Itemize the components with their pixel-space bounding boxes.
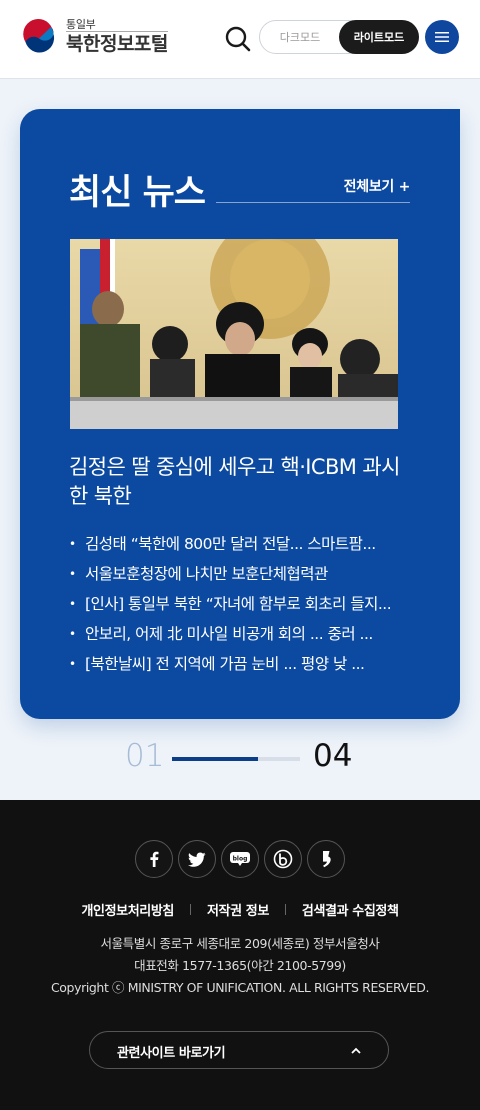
view-all-link[interactable]: 전체보기 + <box>344 176 411 196</box>
news-list-item[interactable]: [인사] 통일부 북한 “자녀에 함부로 회초리 들지... <box>69 589 419 619</box>
pager-total: 04 <box>313 738 353 774</box>
footer-phone: 대표전화 1577-1365(야간 2100-5799) <box>134 958 346 973</box>
facebook-icon <box>150 851 159 867</box>
news-list-item[interactable]: 안보리, 어제 北 미사일 비공개 회의 ... 중러 ... <box>69 619 419 649</box>
band-icon <box>273 849 293 869</box>
news-list-item[interactable]: 서울보훈청장에 나치만 보훈단체협력관 <box>69 559 419 589</box>
site-title: 북한정보포털 <box>66 31 168 55</box>
search-collection-policy-link[interactable]: 검색결과 수집정책 <box>302 900 399 919</box>
sns-links: blog <box>135 840 350 878</box>
blog-icon: blog <box>230 852 250 866</box>
band-button[interactable] <box>264 840 302 878</box>
news-list-item[interactable]: [북한날씨] 전 지역에 가끔 눈비 ... 평양 낮 ... <box>69 649 419 679</box>
facebook-button[interactable] <box>135 840 173 878</box>
pager-current: 01 <box>125 738 165 774</box>
theme-toggle: 다크모드 라이트모드 <box>259 20 419 54</box>
twitter-button[interactable] <box>178 840 216 878</box>
blog-button[interactable]: blog <box>221 840 259 878</box>
svg-text:blog: blog <box>233 855 248 862</box>
footer-address: 서울특별시 종로구 세종대로 209(세종로) 정부서울청사 <box>100 936 380 951</box>
light-mode-button[interactable]: 라이트모드 <box>339 20 419 54</box>
link-divider <box>189 904 191 915</box>
related-sites-label: 관련사이트 바로가기 <box>117 1046 226 1061</box>
site-header: 통일부 북한정보포털 다크모드 라이트모드 <box>0 0 480 79</box>
taegeuk-logo-icon <box>22 18 56 54</box>
twitter-icon <box>188 852 206 867</box>
link-divider <box>284 904 286 915</box>
featured-news-photo[interactable] <box>70 239 398 429</box>
footer-copyright: Copyright ⓒ MINISTRY OF UNIFICATION. ALL… <box>50 980 430 995</box>
latest-news-card: 최신 뉴스 전체보기 + 김정은 딸 중심에 세우고 핵·ICBM 과시한 북한… <box>20 109 460 719</box>
heading-divider <box>216 202 410 203</box>
search-button[interactable] <box>224 25 252 53</box>
copyright-info-link[interactable]: 저작권 정보 <box>207 900 269 919</box>
ministry-name: 통일부 <box>66 18 96 31</box>
kakao-story-button[interactable] <box>307 840 345 878</box>
pager-progress-fill <box>172 757 258 761</box>
menu-button[interactable] <box>425 20 459 54</box>
dark-mode-button[interactable]: 다크모드 <box>260 21 340 53</box>
footer-info: 서울특별시 종로구 세종대로 209(세종로) 정부서울청사 대표전화 1577… <box>0 933 480 999</box>
site-footer: blog 개인정보처리방침 저작권 정보 검색결과 수집정책 서울특별시 종로구… <box>0 800 480 1110</box>
kakao-story-icon <box>323 851 331 868</box>
search-icon <box>225 26 251 52</box>
related-sites-dropdown[interactable]: 관련사이트 바로가기 <box>89 1031 389 1069</box>
site-logo[interactable]: 통일부 북한정보포털 <box>21 18 168 55</box>
chevron-up-icon <box>351 1047 361 1054</box>
footer-links: 개인정보처리방침 저작권 정보 검색결과 수집정책 <box>0 900 480 919</box>
news-list: 김성태 “북한에 800만 달러 전달... 스마트팜... 서울보훈청장에 나… <box>69 529 419 679</box>
news-heading: 최신 뉴스 <box>69 173 206 213</box>
featured-news-title[interactable]: 김정은 딸 중심에 세우고 핵·ICBM 과시한 북한 <box>69 453 409 511</box>
hamburger-icon <box>435 32 449 42</box>
news-list-item[interactable]: 김성태 “북한에 800만 달러 전달... 스마트팜... <box>69 529 419 559</box>
pager-progress-bar <box>172 757 300 761</box>
privacy-policy-link[interactable]: 개인정보처리방침 <box>81 900 174 919</box>
news-photo-image <box>70 239 398 429</box>
